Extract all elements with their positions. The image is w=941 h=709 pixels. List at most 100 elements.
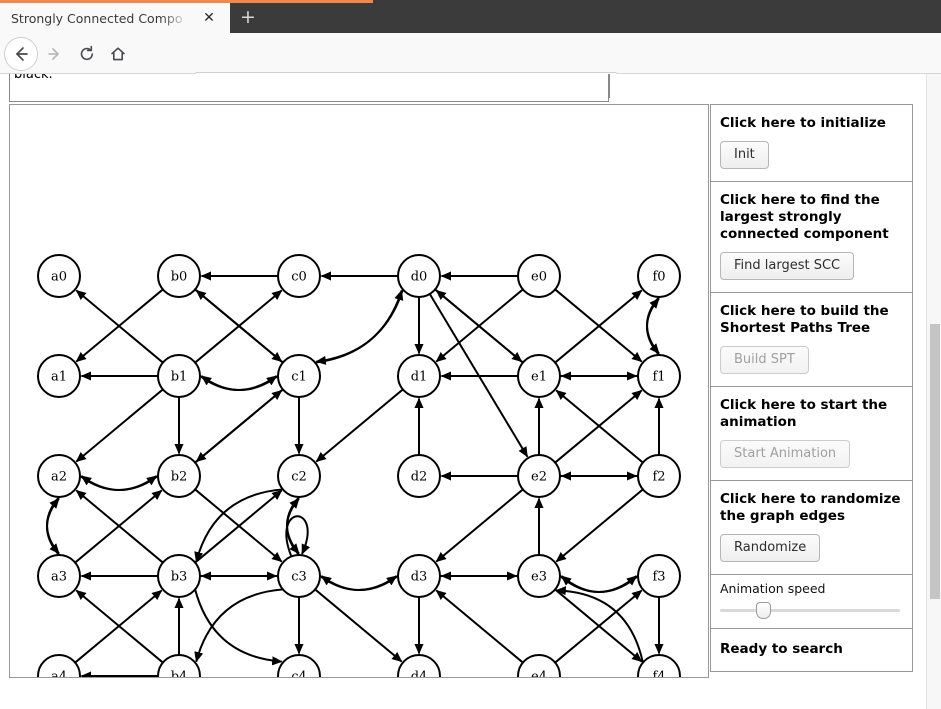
graph-node[interactable]: b0 [157,254,201,298]
forward-arrow-icon[interactable] [39,39,69,69]
animation-speed-slider[interactable] [720,602,900,619]
browser-window: Strongly Connected Compo ✕ + localhost:8… [0,0,941,709]
graph-node[interactable]: c1 [277,354,321,398]
graph-node-label: c2 [291,470,307,485]
label-init: Click here to initialize [720,115,886,131]
graph-node[interactable]: c0 [277,254,321,298]
graph-node[interactable]: f3 [637,554,681,598]
graph-node-label: a4 [51,670,67,678]
graph-node[interactable]: e3 [517,554,561,598]
graph-node[interactable]: a3 [37,554,81,598]
label-build-spt: Click here to build the Shortest Paths T… [720,303,889,336]
graph-node[interactable]: a2 [37,454,81,498]
graph-node-label: f4 [652,670,665,678]
graph-node-label: a1 [51,370,67,385]
graph-node[interactable]: f1 [637,354,681,398]
graph-node[interactable]: d4 [397,654,441,678]
graph-node[interactable]: e4 [517,654,561,678]
description-box: black. [9,74,609,102]
graph-node-label: f1 [652,370,665,385]
graph-edges [46,271,664,677]
graph-node-label: e2 [531,470,547,485]
graph-node[interactable]: e1 [517,354,561,398]
graph-edge [194,389,283,464]
init-button[interactable]: Init [720,141,769,169]
start-animation-button[interactable]: Start Animation [720,440,851,468]
panel-build-spt: Click here to build the Shortest Paths T… [710,293,913,387]
panel-animation-speed: Animation speed [710,575,913,629]
graph-node[interactable]: d3 [397,554,441,598]
page-viewport: black. a0 a1 a2 a3 a4 b0 b1 b2 b3 b4 c0 c1 c2 c3 c4 d0 d… [0,74,941,709]
graph-node[interactable]: c3 [277,554,321,598]
graph-node[interactable]: c2 [277,454,321,498]
tab-strip: Strongly Connected Compo ✕ + [0,0,941,33]
graph-node[interactable]: b1 [157,354,201,398]
build-spt-button[interactable]: Build SPT [720,346,809,374]
graph-edge [80,475,159,491]
graph-node-label: e0 [531,270,547,285]
new-tab-button[interactable]: + [237,8,259,28]
graph-node-label: b4 [171,670,188,678]
graph-edge [555,488,644,563]
graph-node[interactable]: a0 [37,254,81,298]
status-badge: Ready to search [720,641,843,657]
panel-find-scc: Click here to find the largest strongly … [710,182,913,293]
randomize-button[interactable]: Randomize [720,534,821,562]
browser-tab[interactable]: Strongly Connected Compo ✕ [0,3,230,33]
graph-node[interactable]: d1 [397,354,441,398]
slider-track [720,609,900,612]
graph-node-label: b3 [171,570,188,585]
graph-node-label: c4 [291,670,307,678]
graph-edge [315,289,404,365]
graph-node-label: f3 [652,570,665,585]
graph-node[interactable]: d0 [397,254,441,298]
graph-edge [194,589,283,666]
graph-node-label: a2 [51,470,67,485]
home-icon[interactable] [103,39,133,69]
graph-node[interactable]: c4 [277,654,321,678]
label-start-animation: Click here to start the animation [720,397,888,430]
graph-edge [320,575,399,591]
graph-node[interactable]: f2 [637,454,681,498]
panel-randomize: Click here to randomize the graph edges … [710,481,913,575]
graph-svg: a0 a1 a2 a3 a4 b0 b1 b2 b3 b4 c0 c1 c2 c3 c4 d0 d1 d2 d3 d4… [37,254,681,678]
graph-node[interactable]: b3 [157,554,201,598]
description-box-edge [609,74,610,98]
reload-icon[interactable] [72,39,102,69]
graph-node-label: d1 [411,370,428,385]
graph-node[interactable]: d2 [397,454,441,498]
graph-node-label: e1 [531,370,547,385]
graph-edge [435,589,524,664]
graph-node-label: b1 [171,370,188,385]
panel-status: Ready to search [710,629,913,672]
scrollbar-thumb[interactable] [930,324,940,599]
animation-speed-label: Animation speed [720,581,826,596]
graph-node[interactable]: f4 [637,654,681,678]
graph-node[interactable]: a4 [37,654,81,678]
graph-canvas-panel[interactable]: a0 a1 a2 a3 a4 b0 b1 b2 b3 b4 c0 c1 c2 c3 c4 d0 d1 d2 d3 d4… [9,104,709,678]
back-arrow-icon[interactable] [6,39,36,69]
control-sidebar: Click here to initialize Init Click here… [710,104,913,672]
find-largest-scc-button[interactable]: Find largest SCC [720,252,855,280]
graph-edge [200,375,279,391]
close-icon[interactable]: ✕ [202,11,216,25]
graph-node[interactable]: e0 [517,254,561,298]
graph-node-label: d4 [411,670,428,678]
graph-edge [435,488,524,563]
graph-node[interactable]: b2 [157,454,201,498]
tab-title: Strongly Connected Compo [11,10,183,26]
graph-node-label: c3 [291,570,307,585]
graph-edge [314,588,403,663]
graph-node-label: a0 [51,270,67,285]
graph-node[interactable]: f0 [637,254,681,298]
graph-node-label: e4 [531,670,547,678]
graph-node-label: d3 [411,570,428,585]
label-randomize: Click here to randomize the graph edges [720,491,901,524]
graph-node-label: f2 [652,470,665,485]
graph-node[interactable]: b4 [157,654,201,678]
graph-node[interactable]: a1 [37,354,81,398]
slider-thumb[interactable] [756,602,772,619]
graph-node-label: b0 [171,270,188,285]
page-scrollbar[interactable] [926,74,941,709]
graph-node[interactable]: e2 [517,454,561,498]
